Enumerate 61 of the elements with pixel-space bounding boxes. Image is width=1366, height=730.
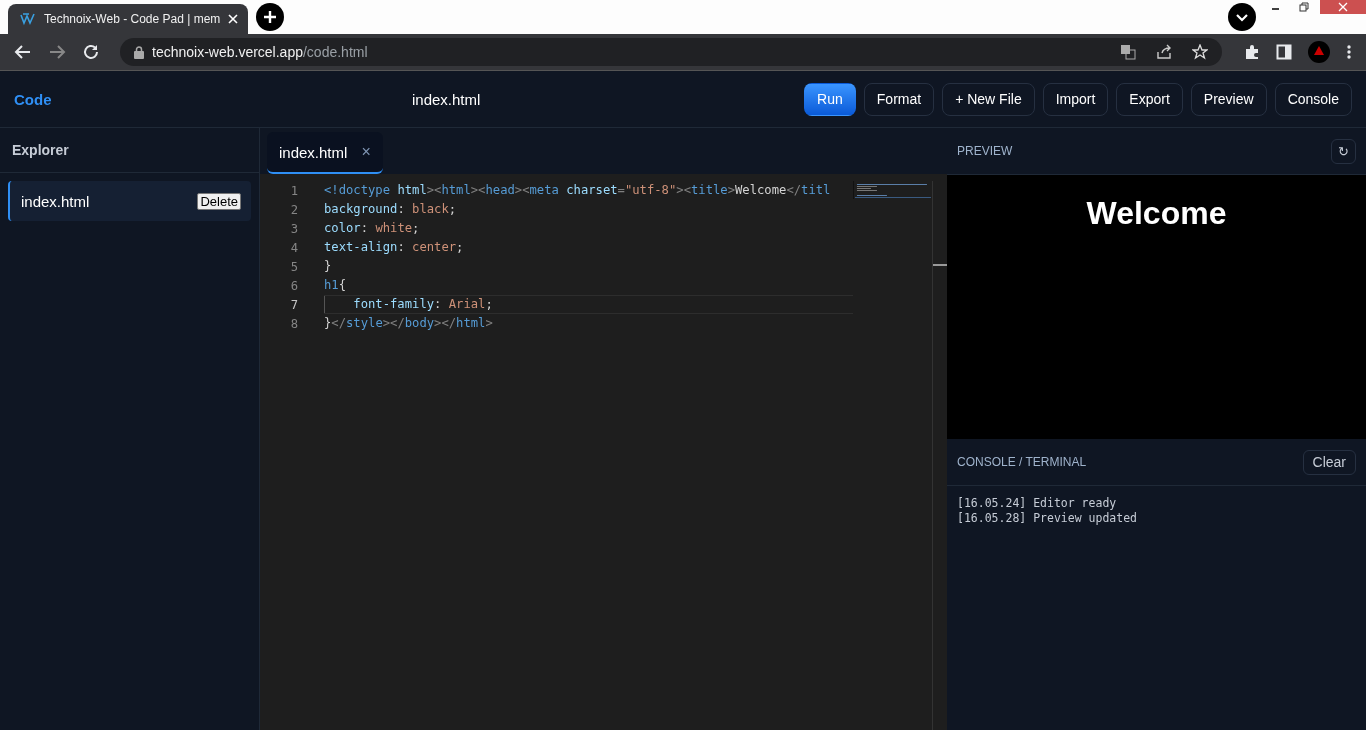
toolbar-button[interactable]: + New File — [942, 82, 1035, 116]
delete-button[interactable]: Delete — [197, 192, 241, 210]
panel-title: CONSOLE / TERMINAL — [957, 455, 1087, 469]
profile-avatar-icon[interactable] — [1308, 41, 1330, 63]
line-number: 5 — [289, 259, 299, 274]
toolbar-button[interactable]: Console — [1274, 82, 1352, 116]
panel-title: PREVIEW — [957, 144, 1013, 158]
sidebar-title: Explorer — [12, 142, 69, 158]
file-name: index.html — [412, 90, 481, 108]
code-line: font-family: Arial; — [324, 295, 854, 314]
code-line: }</style></body></html> — [324, 315, 494, 332]
console-log-line: [16.05.28] Preview updated — [957, 511, 1138, 526]
forward-icon[interactable] — [48, 43, 66, 61]
new-tab-icon[interactable] — [256, 3, 285, 31]
code-line: h1{ — [324, 277, 348, 294]
toolbar-button[interactable]: Preview — [1190, 82, 1267, 116]
share-icon[interactable] — [1156, 44, 1172, 60]
code-line: text-align: center; — [324, 239, 465, 256]
back-icon[interactable] — [14, 43, 32, 61]
translate-icon[interactable] — [1120, 44, 1136, 60]
puzzle-icon[interactable] — [1244, 44, 1260, 60]
address-bar[interactable]: technoix-web.vercel.app/code.html — [120, 38, 1222, 66]
editor-tab[interactable]: index.html × — [267, 132, 383, 174]
toolbar-button[interactable]: Run — [804, 82, 856, 116]
code-line: } — [324, 258, 333, 275]
line-number: 4 — [289, 240, 299, 255]
line-number: 1 — [289, 183, 299, 198]
toolbar-button[interactable]: Import — [1042, 82, 1109, 116]
toolbar-button[interactable]: Format — [863, 82, 935, 116]
lock-icon — [134, 45, 144, 59]
line-number: 3 — [289, 221, 299, 236]
line-number: 7 — [289, 297, 299, 312]
reload-icon[interactable] — [82, 43, 100, 61]
file-item[interactable]: index.html Delete — [8, 181, 251, 221]
line-number: 2 — [289, 202, 299, 217]
close-window-button[interactable] — [1320, 0, 1366, 14]
line-number: 6 — [289, 278, 299, 293]
code-line: <!doctype html><html><head><meta charset="utf-8"><title>Welcome</titl — [324, 182, 832, 199]
menu-icon[interactable] — [1346, 44, 1352, 60]
tab-label: index.html — [279, 143, 348, 161]
line-number: 8 — [289, 316, 299, 331]
app-logo: Code — [14, 90, 53, 108]
browser-tab[interactable]: Technoix-Web - Code Pad | mem — [8, 4, 249, 34]
url-text: technoix-web.vercel.app/code.html — [152, 44, 368, 60]
scrollbar-thumb[interactable] — [933, 264, 948, 266]
code-line: color: white; — [324, 220, 421, 237]
close-icon[interactable] — [228, 14, 239, 24]
refresh-button[interactable]: ↻ — [1331, 138, 1356, 164]
clear-button[interactable]: Clear — [1302, 449, 1356, 475]
code-line: background: black; — [324, 201, 458, 218]
tab-search-icon[interactable] — [1228, 3, 1256, 31]
side-panel-icon[interactable] — [1276, 44, 1292, 60]
preview-heading: Welcome — [1086, 195, 1227, 232]
tab-title: Technoix-Web - Code Pad | mem — [44, 12, 221, 26]
toolbar-button[interactable]: Export — [1116, 82, 1183, 116]
close-icon — [1338, 2, 1348, 12]
file-name: index.html — [21, 192, 90, 210]
star-icon[interactable] — [1192, 44, 1208, 60]
logo-icon — [20, 12, 36, 26]
close-tab-button[interactable]: × — [361, 143, 371, 161]
console-log-line: [16.05.24] Editor ready — [957, 496, 1118, 511]
